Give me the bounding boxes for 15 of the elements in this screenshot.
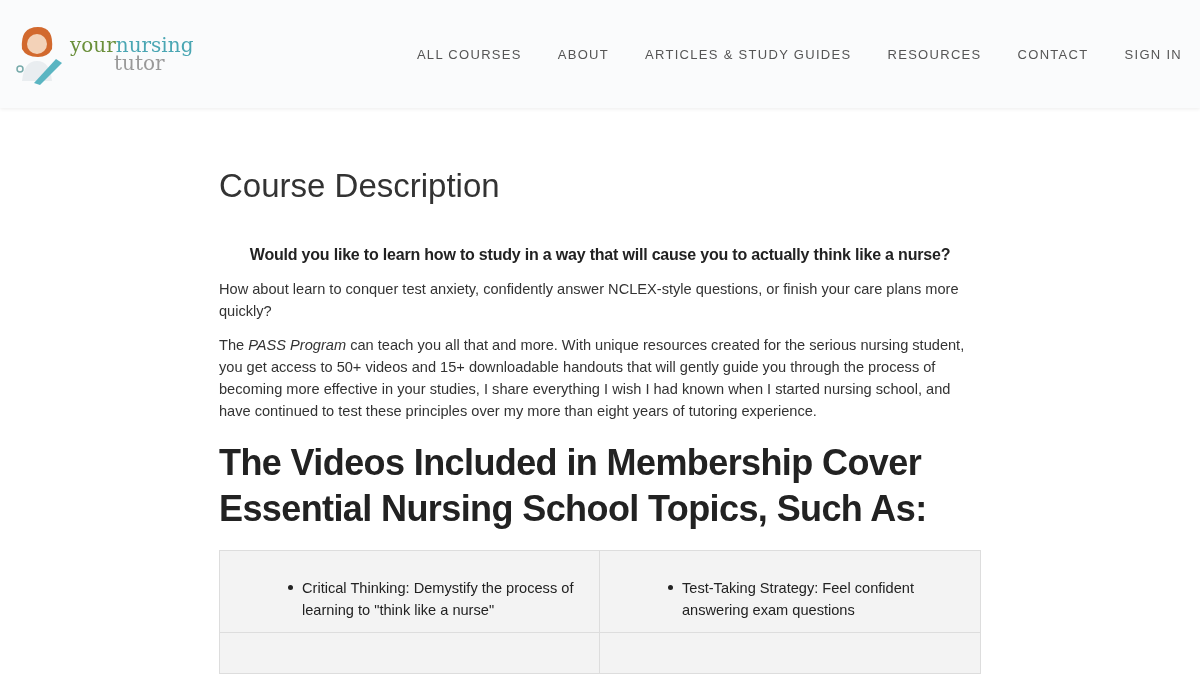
lead-question: Would you like to learn how to study in a way that will cause you to actually think like a nurse? (248, 246, 952, 264)
nav-link[interactable]: RESOURCES (887, 46, 982, 62)
page-title: Course Description (219, 166, 501, 206)
topic-text: Critical Thinking: Demystify the process of learning to "think like a nurse" (302, 579, 575, 620)
nav-link[interactable]: SIGN IN (1124, 46, 1182, 62)
section-heading: The Videos Included in Membership Cover Essential Nursing School Topics, Such As: (219, 441, 928, 531)
nav-link[interactable]: ABOUT (557, 46, 610, 62)
paragraph: The PASS Program can teach you all that and more. With unique resources created for the serious nursing student, you get access to 50+ videos and 15+ downloadable handouts that will gently guide you through the process of becoming more effective in your studies, I share everything I wish I had known when I started nursing school, and have continued to test these principles over my more than eight years of tutoring experience. (219, 336, 966, 421)
nav-link[interactable]: CONTACT (1017, 46, 1089, 62)
nav-link[interactable]: ARTICLES & STUDY GUIDES (645, 46, 852, 62)
bullet-icon (288, 585, 293, 590)
nav-link[interactable]: ALL COURSES (416, 46, 522, 62)
bullet-icon (668, 585, 673, 590)
paragraph: How about learn to conquer test anxiety, confidently answer NCLEX-style questions, or finish your care plans more quickly? (219, 280, 960, 321)
topic-text: Test-Taking Strategy: Feel confident answering exam questions (682, 579, 915, 620)
